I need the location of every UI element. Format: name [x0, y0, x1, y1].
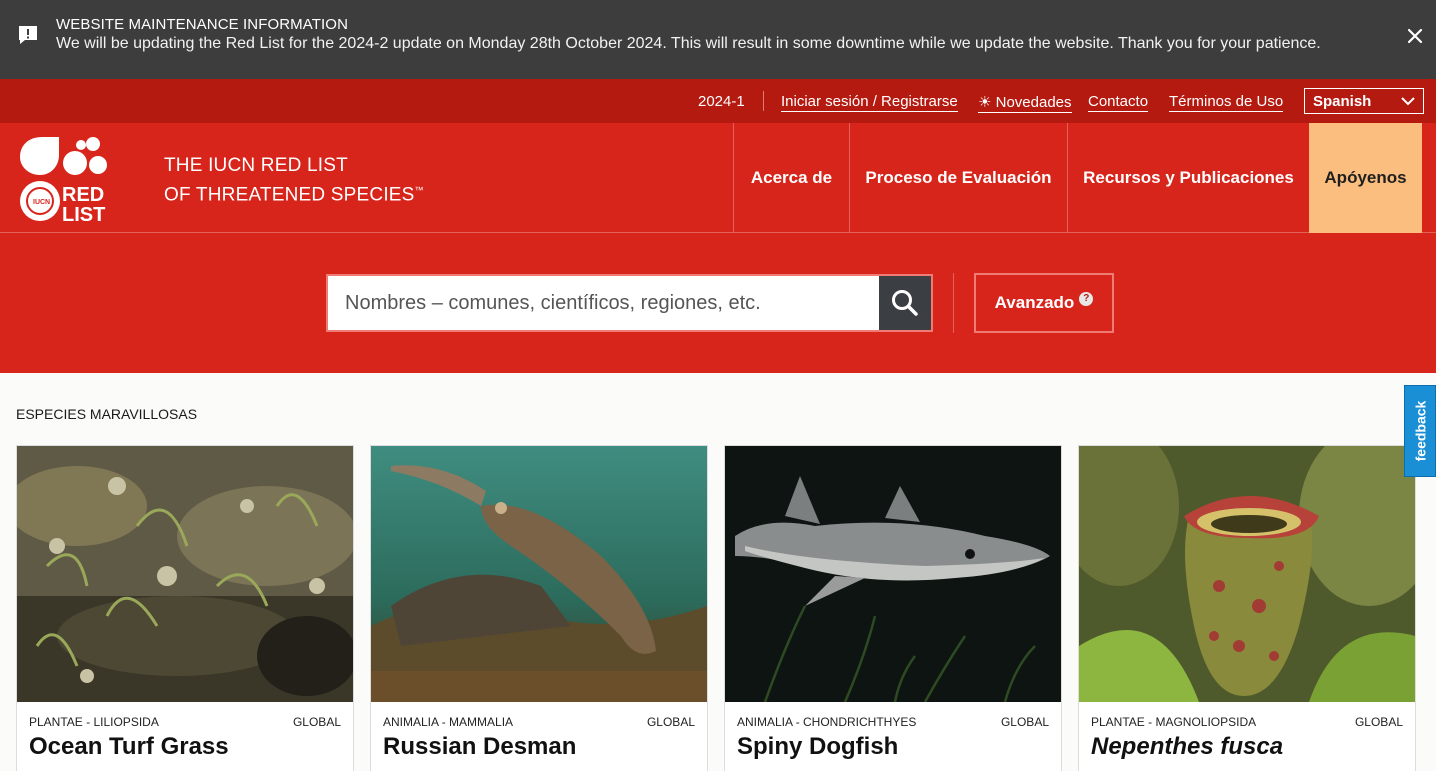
species-taxonomy: ANIMALIA - CHONDRICHTHYES: [737, 715, 917, 729]
svg-text:LIST: LIST: [62, 204, 105, 223]
maintenance-banner: WEBSITE MAINTENANCE INFORMATION We will …: [0, 0, 1436, 79]
section-title: ESPECIES MARAVILLOSAS: [16, 406, 198, 422]
svg-text:IUCN: IUCN: [33, 199, 50, 206]
red-list-logo[interactable]: IUCN RED LIST: [18, 135, 118, 223]
svg-text:RED: RED: [62, 184, 104, 206]
species-taxonomy: ANIMALIA - MAMMALIA: [383, 715, 514, 729]
nav-resources[interactable]: Recursos y Publicaciones: [1067, 123, 1309, 233]
species-image: [725, 446, 1061, 702]
utility-divider: [763, 91, 764, 111]
species-taxonomy: PLANTAE - LILIOPSIDA: [29, 715, 159, 729]
search-input[interactable]: [330, 278, 879, 328]
banner-message: We will be updating the Red List for the…: [56, 35, 1321, 52]
version-label: 2024-1: [698, 93, 745, 110]
species-card-russian-desman[interactable]: ANIMALIA - MAMMALIA GLOBAL Russian Desma…: [370, 445, 708, 771]
nav-about[interactable]: Acerca de: [733, 123, 849, 233]
news-link[interactable]: ☀ Novedades: [978, 93, 1072, 113]
species-image: [371, 446, 707, 702]
help-icon: ?: [1079, 292, 1094, 306]
species-scope: GLOBAL: [1354, 715, 1403, 729]
species-image: [17, 446, 353, 702]
species-card-ocean-turf-grass[interactable]: PLANTAE - LILIOPSIDA GLOBAL Ocean Turf G…: [16, 445, 354, 771]
nav-support[interactable]: Apóyenos: [1309, 123, 1422, 233]
feedback-tab[interactable]: feedback: [1404, 385, 1436, 477]
feedback-label: feedback: [1412, 400, 1429, 462]
search-divider: [953, 273, 954, 333]
contact-link[interactable]: Contacto: [1088, 93, 1149, 112]
species-taxonomy: PLANTAE - MAGNOLIOPSIDA: [1091, 715, 1257, 729]
close-icon[interactable]: [1405, 26, 1425, 46]
search-button[interactable]: [879, 276, 931, 330]
login-link[interactable]: Iniciar sesión / Registrarse: [781, 93, 958, 112]
species-name[interactable]: Ocean Turf Grass: [29, 733, 229, 761]
search-band: Avanzado ?: [0, 233, 1436, 373]
nav-assessment-process[interactable]: Proceso de Evaluación: [849, 123, 1067, 233]
language-select[interactable]: Spanish: [1304, 88, 1424, 114]
species-card-nepenthes-fusca[interactable]: PLANTAE - MAGNOLIOPSIDA GLOBAL Nepenthes…: [1078, 445, 1416, 771]
terms-link[interactable]: Términos de Uso: [1169, 93, 1284, 112]
species-name[interactable]: Nepenthes fusca: [1091, 733, 1283, 761]
species-card-spiny-dogfish[interactable]: ANIMALIA - CHONDRICHTHYES GLOBAL Spiny D…: [724, 445, 1062, 771]
species-scope: GLOBAL: [292, 715, 341, 729]
search-box: [326, 274, 933, 332]
species-name[interactable]: Russian Desman: [383, 733, 576, 761]
species-scope: GLOBAL: [1000, 715, 1049, 729]
brand-title: THE IUCN RED LIST OF THREATENED SPECIES™: [164, 155, 424, 206]
alert-icon: [19, 26, 37, 44]
species-name[interactable]: Spiny Dogfish: [737, 733, 898, 761]
chevron-down-icon: [1401, 97, 1415, 106]
species-scope: GLOBAL: [646, 715, 695, 729]
banner-title: WEBSITE MAINTENANCE INFORMATION: [56, 16, 348, 33]
advanced-search-button[interactable]: Avanzado ?: [974, 273, 1114, 333]
species-image: [1079, 446, 1415, 702]
main-header: IUCN RED LIST THE IUCN RED LIST OF THREA…: [0, 123, 1436, 233]
advanced-search-label: Avanzado: [994, 293, 1075, 312]
search-icon: [892, 290, 918, 316]
language-value: Spanish: [1313, 93, 1372, 110]
utility-bar: 2024-1 Iniciar sesión / Registrarse ☀ No…: [0, 79, 1436, 123]
